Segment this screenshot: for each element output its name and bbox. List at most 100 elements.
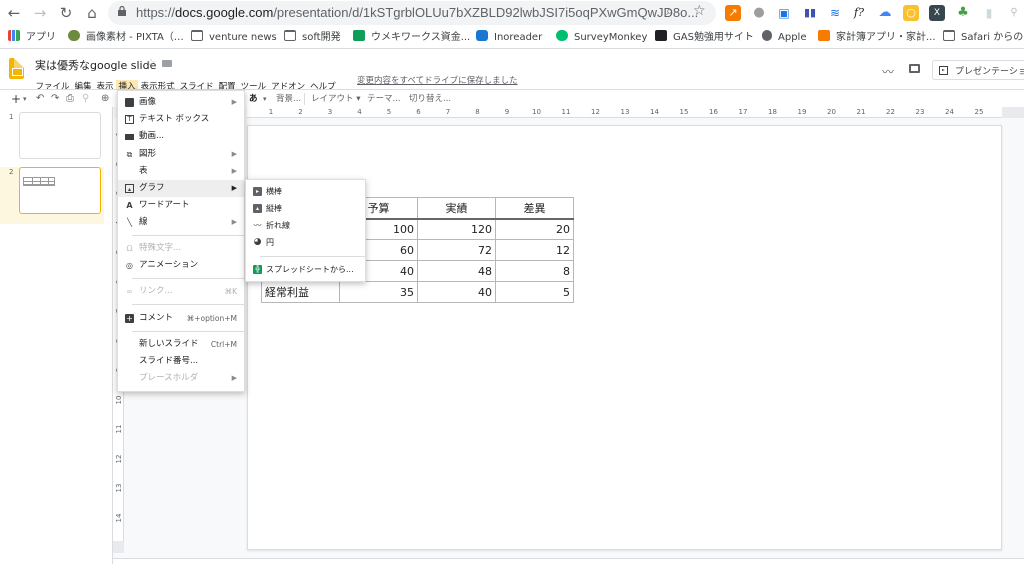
bookmark-safari[interactable]: Safari からのイ	[943, 30, 1024, 46]
lines-icon[interactable]: ≋	[827, 5, 843, 21]
analytics-icon[interactable]: ↗	[725, 5, 741, 21]
submenu-item-column[interactable]: ▴ 縦棒	[246, 200, 365, 217]
submenu-item-line[interactable]: 〰 折れ線	[246, 217, 365, 234]
bookmark-pixta[interactable]: 画像素材 - PIXTA（…	[68, 30, 184, 46]
star-icon[interactable]: ☆	[146, 56, 156, 69]
input-tools-button[interactable]: あ	[249, 91, 258, 107]
menu-item-comment[interactable]: + コメント ⌘+option+M	[118, 310, 244, 327]
formula-icon[interactable]: f?	[851, 5, 867, 21]
table-cell[interactable]: 40	[417, 281, 496, 303]
speaker-notes-resize-handle[interactable]	[113, 558, 1024, 564]
reload-icon[interactable]: ↻	[56, 3, 76, 23]
table-cell[interactable]: 8	[495, 260, 574, 282]
back-arrow-icon[interactable]: ←	[4, 3, 24, 23]
bookmark-apple[interactable]: Apple	[762, 30, 806, 46]
menu-item-table[interactable]: 表 ▶	[118, 163, 244, 180]
kakeibo-icon	[818, 30, 830, 41]
bookmark-gas[interactable]: GAS勉強用サイト	[655, 30, 754, 46]
new-slide-icon[interactable]: +	[11, 91, 21, 107]
bookmark-umeki[interactable]: ウメキワークス資金...	[353, 30, 470, 46]
table-cell[interactable]: 経常利益	[261, 281, 340, 303]
paint-format-icon[interactable]: ⚲	[82, 91, 89, 107]
menu-item-new-slide[interactable]: 新しいスライド Ctrl+M	[118, 336, 244, 353]
x-icon[interactable]: X	[929, 5, 945, 21]
address-bar[interactable]: https://docs.google.com/presentation/d/1…	[108, 1, 716, 25]
table-cell[interactable]: 5	[495, 281, 574, 303]
home-icon[interactable]: ⌂	[82, 3, 102, 23]
zoom-icon[interactable]: ⊕	[101, 91, 109, 107]
slide-thumbnail-1[interactable]	[19, 112, 101, 159]
comments-icon[interactable]	[909, 64, 920, 73]
submenu-item-from-sheets[interactable]: ╬ スプレッドシートから...	[246, 261, 365, 278]
move-folder-icon[interactable]	[162, 60, 172, 67]
horizontal-ruler[interactable]: 1 2 3 4 5 6 7 8 9 10 11 12 13 14 15 16 17 18 19 20 21 22 23 24 2…	[247, 107, 1024, 118]
circle-icon[interactable]: ●	[751, 5, 767, 21]
ruler-corner	[1002, 107, 1024, 118]
bookmark-star-icon[interactable]: ☆	[693, 3, 706, 19]
comment-add-icon: +	[125, 314, 134, 323]
forward-arrow-icon[interactable]: →	[30, 3, 50, 23]
link-icon: ∞	[126, 287, 133, 296]
shapes-icon: ⧉	[126, 150, 133, 159]
redo-icon[interactable]: ↷	[51, 91, 59, 107]
menu-item-video[interactable]: 動画...	[118, 128, 244, 145]
ruler-tick-label: 25	[974, 108, 984, 116]
feedly-icon[interactable]: ▣	[776, 5, 792, 21]
table-header-cell[interactable]: 差異	[495, 197, 574, 220]
present-button[interactable]: プレゼンテーション	[932, 60, 1024, 80]
zoom-icon[interactable]: ⌕	[666, 4, 673, 19]
submenu-item-pie[interactable]: ◕ 円	[246, 234, 365, 251]
ruler-tick-label: 8	[475, 108, 480, 116]
new-slide-dropdown-icon[interactable]: ▾	[23, 91, 27, 107]
ruler-tick-label: 10	[532, 108, 541, 116]
table-cell[interactable]: 120	[417, 218, 496, 240]
bookmarks-bar: アプリ 画像素材 - PIXTA（… venture news soft開発 ウ…	[0, 27, 1024, 49]
transition-button[interactable]: 切り替え...	[409, 91, 451, 107]
slides-logo-icon[interactable]	[9, 58, 24, 79]
print-icon[interactable]: ⎙	[66, 91, 74, 107]
ruler-tick-label: 5	[386, 108, 392, 116]
menu-item-line[interactable]: ╲ 線 ▶	[118, 214, 244, 231]
submenu-item-bar[interactable]: ▸ 横棒	[246, 183, 365, 200]
layout-button[interactable]: レイアウト ▾	[311, 91, 360, 107]
table-cell[interactable]: 48	[417, 260, 496, 282]
menu-item-image[interactable]: 画像 ▶	[118, 94, 244, 111]
menu-item-animation[interactable]: ◎ アニメーション	[118, 257, 244, 274]
menu-item-chart[interactable]: ▴ グラフ ▶	[118, 180, 244, 197]
menu-item-link: ∞ リンク... ⌘K	[126, 286, 237, 296]
save-status[interactable]: 変更内容をすべてドライブに保存しました	[357, 74, 518, 88]
menu-item-slide-numbers[interactable]: スライド番号...	[118, 353, 244, 370]
bookmark-inoreader[interactable]: Inoreader	[476, 30, 542, 46]
apple-icon	[762, 30, 772, 41]
document-title[interactable]: 実は優秀なgoogle slide	[35, 57, 156, 73]
sun-icon[interactable]: ○	[903, 5, 919, 21]
bookmark-soft[interactable]: soft開発	[284, 30, 341, 46]
people-icon[interactable]: ⚲	[1006, 5, 1022, 21]
slide-thumbnail-2[interactable]	[19, 167, 101, 214]
ruler-tick-label: 13	[115, 483, 123, 493]
bookmark-surveymonkey[interactable]: SurveyMonkey	[556, 30, 647, 46]
menu-item-wordart[interactable]: A ワードアート	[118, 197, 244, 214]
menu-item-textbox[interactable]: T テキスト ボックス	[118, 111, 244, 128]
doc-icon[interactable]: ▮	[981, 5, 997, 21]
folder-icon	[191, 30, 203, 41]
clover-icon[interactable]: ♣	[955, 5, 971, 21]
menu-item-shapes[interactable]: ⧉ 図形 ▶	[118, 146, 244, 163]
submenu-arrow-icon: ▶	[231, 98, 237, 106]
bookmark-apps[interactable]: アプリ	[8, 30, 56, 46]
image-icon	[125, 98, 134, 107]
input-tools-dropdown-icon[interactable]: ▾	[263, 91, 267, 107]
table-cell[interactable]: 72	[417, 239, 496, 261]
bar-chart-icon[interactable]: ▮▮	[802, 5, 818, 21]
undo-icon[interactable]: ↶	[36, 91, 44, 107]
theme-button[interactable]: テーマ...	[367, 91, 401, 107]
table-cell[interactable]: 35	[339, 281, 418, 303]
table-header-cell[interactable]: 実績	[417, 197, 496, 220]
background-button[interactable]: 背景...	[276, 91, 301, 107]
table-cell[interactable]: 12	[495, 239, 574, 261]
bookmark-kakeibo[interactable]: 家計簿アプリ・家計...	[818, 30, 936, 46]
activity-trend-icon[interactable]: 〰	[882, 63, 894, 80]
bookmark-venture-news[interactable]: venture news	[191, 30, 277, 46]
cloud-icon[interactable]: ☁	[877, 5, 893, 21]
table-cell[interactable]: 20	[495, 218, 574, 240]
